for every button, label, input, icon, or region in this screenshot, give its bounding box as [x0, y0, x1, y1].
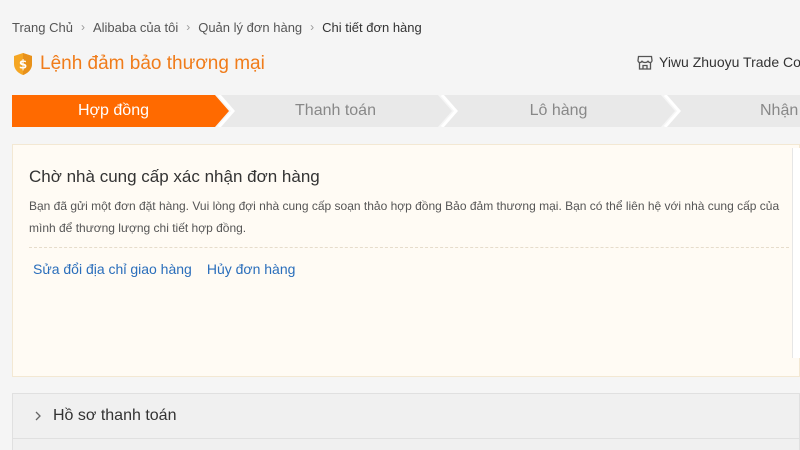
next-section: [12, 439, 800, 450]
store-icon: [637, 55, 653, 70]
order-progress-steps: Hợp đồng Thanh toán Lô hàng Nhận: [12, 95, 800, 127]
notice-heading: Chờ nhà cung cấp xác nhận đơn hàng: [29, 167, 320, 186]
step-contract: Hợp đồng: [78, 102, 149, 119]
breadcrumb-order-management[interactable]: Quản lý đơn hàng: [198, 20, 302, 35]
page-title-text: Lệnh đảm bảo thương mại: [40, 53, 265, 74]
notice-actions: Sửa đổi địa chỉ giao hàng Hủy đơn hàng: [33, 261, 310, 277]
chevron-right-icon: ›: [310, 20, 315, 34]
page-title: $ Lệnh đảm bảo thương mại: [12, 50, 265, 78]
shield-icon: $: [14, 53, 32, 75]
chevron-right-icon: ›: [80, 20, 85, 34]
step-payment: Thanh toán: [295, 102, 376, 119]
breadcrumb: Trang Chủ › Alibaba của tôi › Quản lý đơ…: [12, 18, 422, 36]
step-receive: Nhận: [760, 102, 799, 119]
status-notice: Chờ nhà cung cấp xác nhận đơn hàng Bạn đ…: [12, 144, 800, 377]
notice-body: Bạn đã gửi một đơn đặt hàng. Vui lòng đợ…: [29, 199, 780, 235]
breadcrumb-order-detail: Chi tiết đơn hàng: [322, 19, 422, 35]
breadcrumb-home[interactable]: Trang Chủ: [12, 20, 73, 35]
edit-shipping-address-link[interactable]: Sửa đổi địa chỉ giao hàng: [33, 261, 192, 277]
step-shipment: Lô hàng: [529, 102, 588, 119]
supplier-link[interactable]: Yiwu Zhuoyu Trade Co: [637, 54, 800, 70]
chevron-right-icon: ›: [186, 20, 191, 34]
chevron-right-icon: [35, 411, 41, 421]
supplier-name: Yiwu Zhuoyu Trade Co: [659, 54, 800, 70]
notice-divider: [29, 247, 789, 248]
svg-text:$: $: [19, 58, 27, 72]
cancel-order-link[interactable]: Hủy đơn hàng: [207, 261, 296, 277]
payment-records-label: Hồ sơ thanh toán: [53, 407, 177, 424]
breadcrumb-my-alibaba[interactable]: Alibaba của tôi: [93, 20, 178, 35]
page-header: $ Lệnh đảm bảo thương mại Yiwu Zhuoyu Tr…: [12, 50, 800, 78]
side-panel-edge: [792, 148, 800, 358]
payment-records-section[interactable]: Hồ sơ thanh toán: [12, 393, 800, 439]
